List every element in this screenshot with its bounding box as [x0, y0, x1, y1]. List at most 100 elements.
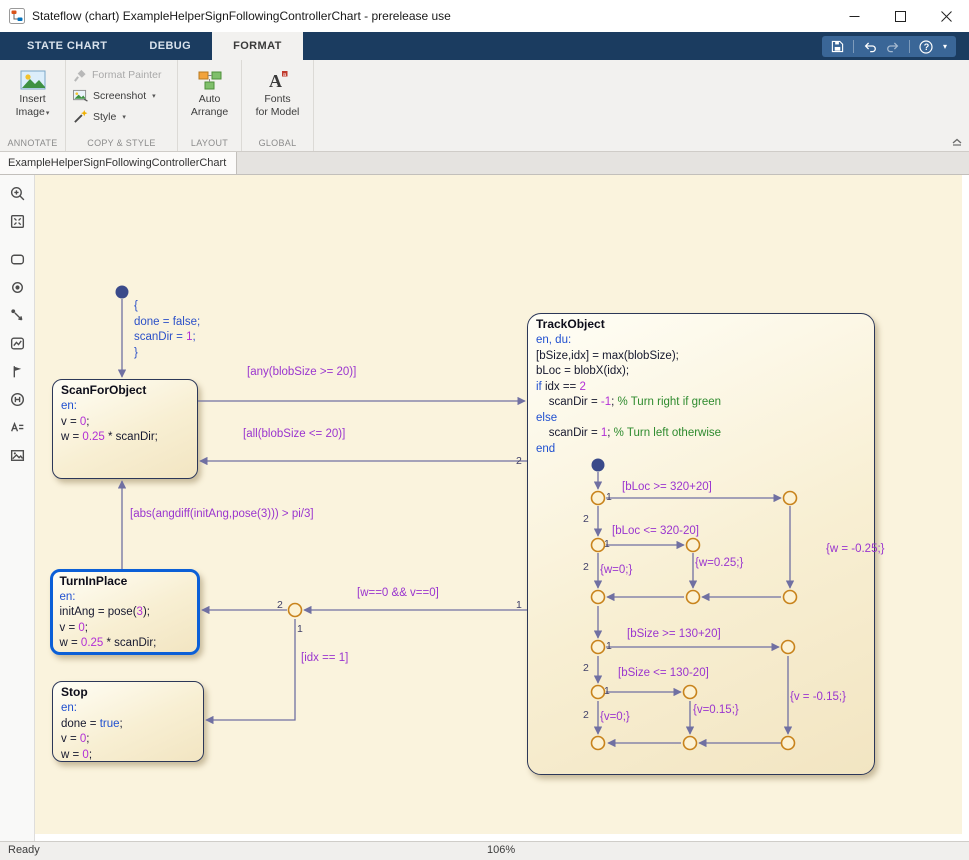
group-label-annotate: ANNOTATE — [0, 138, 65, 148]
transition-label[interactable]: {w = -0.25;} — [826, 542, 885, 558]
undo-icon[interactable] — [863, 40, 877, 53]
help-icon[interactable]: ? — [919, 40, 933, 54]
tab-debug[interactable]: DEBUG — [128, 32, 212, 60]
zoom-level: 106% — [487, 844, 515, 856]
transition-label[interactable]: {v = -0.15;} — [790, 690, 846, 706]
auto-arrange-button[interactable]: Auto Arrange — [178, 64, 241, 119]
fonts-icon: A a — [266, 66, 290, 93]
transition-label[interactable]: [w==0 && v==0] — [357, 586, 439, 602]
tab-state-chart[interactable]: STATE CHART — [6, 32, 128, 60]
fonts-label-1: Fonts — [264, 93, 290, 106]
junction[interactable] — [687, 591, 700, 604]
transition-label-line: [all(blobSize <= 20)] — [243, 427, 345, 443]
junction-tool-icon[interactable] — [4, 274, 30, 300]
transition-priority: 2 — [583, 513, 589, 525]
svg-text:?: ? — [924, 42, 930, 52]
transition-label-line: [bSize >= 130+20] — [627, 627, 721, 643]
transition-priority: 2 — [583, 709, 589, 721]
save-icon[interactable] — [831, 40, 844, 53]
transition-label[interactable]: [idx == 1] — [301, 651, 348, 667]
transition-label[interactable]: [all(blobSize <= 20)] — [243, 427, 345, 443]
ribbon: Insert Image▾ ANNOTATE Format Painter Sc… — [0, 60, 969, 152]
default-transition-origin[interactable] — [116, 286, 129, 299]
junction[interactable] — [684, 737, 697, 750]
auto-arrange-label-2: Arrange — [191, 106, 228, 119]
chart-canvas[interactable]: ScanForObjecten:v = 0;w = 0.25 * scanDir… — [35, 175, 962, 834]
annotation-tool-icon[interactable] — [4, 414, 30, 440]
junction[interactable] — [592, 539, 605, 552]
junction[interactable] — [289, 604, 302, 617]
style-button[interactable]: Style ▾ — [66, 106, 177, 127]
junction[interactable] — [592, 686, 605, 699]
transition-priority: 2 — [516, 455, 522, 467]
junction[interactable] — [782, 641, 795, 654]
transition-label[interactable]: [bLoc >= 320+20] — [622, 480, 712, 496]
history-junction-icon[interactable] — [4, 386, 30, 412]
junction[interactable] — [592, 641, 605, 654]
subchart-tool-icon[interactable] — [4, 330, 30, 356]
transition-label[interactable]: [bLoc <= 320-20] — [612, 524, 699, 540]
minimize-button[interactable] — [831, 0, 877, 32]
ribbon-group-layout: Auto Arrange LAYOUT — [178, 60, 242, 151]
style-wand-icon — [73, 109, 88, 124]
redo-icon[interactable] — [886, 40, 900, 53]
junction[interactable] — [592, 591, 605, 604]
transition-layer — [35, 175, 962, 834]
image-tool-icon[interactable] — [4, 442, 30, 468]
insert-image-label-2: Image — [16, 106, 45, 118]
transition-label[interactable]: [bSize <= 130-20] — [618, 666, 709, 682]
insert-image-caret-icon: ▾ — [46, 110, 50, 117]
transition-priority: 1 — [297, 623, 303, 635]
transition[interactable] — [206, 619, 295, 720]
transition-label[interactable]: {w=0.25;} — [695, 556, 743, 572]
junction[interactable] — [687, 539, 700, 552]
format-painter-label: Format Painter — [92, 69, 161, 81]
tab-format[interactable]: FORMAT — [212, 32, 303, 60]
stateflow-app-icon — [9, 8, 25, 24]
state-tool-icon[interactable] — [4, 246, 30, 272]
transition-priority: 2 — [583, 561, 589, 573]
transition-label[interactable]: {v=0;} — [600, 710, 630, 726]
screenshot-button[interactable]: Screenshot ▾ — [66, 85, 177, 106]
transition-priority: 1 — [604, 538, 610, 550]
junction[interactable] — [592, 492, 605, 505]
ribbon-group-global: A a Fonts for Model GLOBAL — [242, 60, 314, 151]
tool-palette — [0, 175, 35, 841]
transition-label[interactable]: {w=0;} — [600, 563, 632, 579]
document-tab[interactable]: ExampleHelperSignFollowingControllerChar… — [0, 152, 237, 174]
junction[interactable] — [784, 492, 797, 505]
transition-label-line: {v=0.15;} — [693, 703, 739, 719]
dropdown-caret-icon[interactable]: ▾ — [943, 42, 947, 51]
insert-image-button[interactable]: Insert Image▾ — [0, 64, 65, 120]
fonts-for-model-button[interactable]: A a Fonts for Model — [242, 64, 313, 119]
close-button[interactable] — [923, 0, 969, 32]
fonts-label-2: for Model — [256, 106, 300, 119]
transition-label[interactable]: [abs(angdiff(initAng,pose(3))) > pi/3] — [130, 507, 314, 523]
transition-priority: 1 — [604, 685, 610, 697]
format-painter-icon — [73, 68, 87, 82]
collapse-ribbon-icon[interactable] — [951, 136, 963, 146]
transition-priority: 1 — [606, 640, 612, 652]
graphical-function-icon[interactable] — [4, 358, 30, 384]
transition-label[interactable]: {v=0.15;} — [693, 703, 739, 719]
title-bar: Stateflow (chart) ExampleHelperSignFollo… — [0, 0, 969, 32]
group-label-copy-style: COPY & STYLE — [66, 138, 177, 148]
fit-to-view-icon[interactable] — [4, 208, 30, 234]
default-transition-origin[interactable] — [592, 459, 605, 472]
transition-tool-icon[interactable] — [4, 302, 30, 328]
junction[interactable] — [784, 591, 797, 604]
transition-label-line: scanDir = 1; — [134, 330, 200, 346]
transition-label[interactable]: [any(blobSize >= 20)] — [247, 365, 356, 381]
style-caret-icon: ▾ — [122, 113, 126, 121]
window-title: Stateflow (chart) ExampleHelperSignFollo… — [32, 0, 451, 32]
zoom-icon[interactable] — [4, 180, 30, 206]
transition-label-line: {v=0;} — [600, 710, 630, 726]
junction[interactable] — [782, 737, 795, 750]
transition-label[interactable]: [bSize >= 130+20] — [627, 627, 721, 643]
transition-label[interactable]: {done = false;scanDir = 1;} — [134, 299, 200, 361]
auto-arrange-label-1: Auto — [199, 93, 221, 106]
ribbon-group-annotate: Insert Image▾ ANNOTATE — [0, 60, 66, 151]
junction[interactable] — [684, 686, 697, 699]
junction[interactable] — [592, 737, 605, 750]
maximize-button[interactable] — [877, 0, 923, 32]
